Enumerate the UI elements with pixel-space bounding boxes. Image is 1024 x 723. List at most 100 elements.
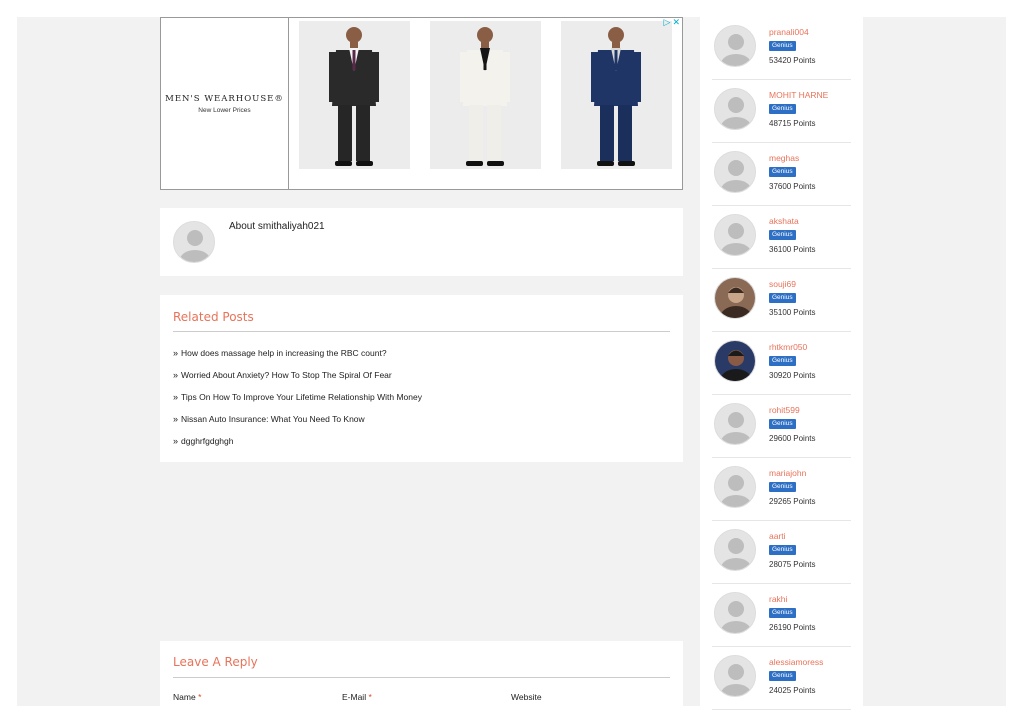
list-item: » How does massage help in increasing the… [173,348,422,370]
leaderboard-item[interactable]: rhtkmr050 Genius 30920 Points [712,332,851,395]
points-suffix: Points [793,371,816,380]
email-field-label: E-Mail * [342,692,372,702]
list-item: » Tips On How To Improve Your Lifetime Re… [173,392,422,414]
website-field-label: Website [511,692,542,702]
leaderboard-sidebar: pranali004 Genius 53420 Points MOHIT HARNE Ge… [700,17,863,710]
ad-brand-tagline: New Lower Prices [198,106,251,114]
rank-badge: Genius [769,356,796,366]
points-label: 26190 Points [769,623,815,632]
points-label: 28075 Points [769,560,815,569]
ad-choices-icon[interactable]: ▷ [664,18,671,28]
points-value: 29600 [769,434,792,443]
points-label: 29265 Points [769,497,815,506]
ad-suit-photo-3[interactable] [561,21,672,169]
points-value: 53420 [769,56,792,65]
leaderboard-username[interactable]: souji69 [769,279,796,289]
ad-brand-panel[interactable]: MEN'S WEARHOUSE® New Lower Prices [161,18,289,189]
name-label-text: Name [173,692,196,702]
points-value: 29265 [769,497,792,506]
leaderboard-item[interactable]: meghas Genius 37600 Points [712,143,851,206]
avatar[interactable] [714,655,756,697]
points-label: 29600 Points [769,434,815,443]
leaderboard-item[interactable]: rakhi Genius 26190 Points [712,584,851,647]
avatar[interactable] [714,25,756,67]
leaderboard-username[interactable]: meghas [769,153,799,163]
points-suffix: Points [793,497,816,506]
rank-badge: Genius [769,419,796,429]
rank-badge: Genius [769,41,796,51]
points-label: 24025 Points [769,686,815,695]
author-avatar [173,221,215,263]
double-chevron-right-icon: » [173,348,179,358]
email-label-text: E-Mail [342,692,367,702]
avatar[interactable] [714,403,756,445]
leaderboard-username[interactable]: pranali004 [769,27,809,37]
ad-brand-name: MEN'S WEARHOUSE® [165,93,284,104]
rank-badge: Genius [769,167,796,177]
points-label: 37600 Points [769,182,815,191]
rank-badge: Genius [769,608,796,618]
leaderboard-item[interactable]: mariajohn Genius 29265 Points [712,458,851,521]
leaderboard-username[interactable]: rakhi [769,594,787,604]
avatar[interactable] [714,592,756,634]
leaderboard-item[interactable]: aarti Genius 28075 Points [712,521,851,584]
leaderboard-item[interactable]: souji69 Genius 35100 Points [712,269,851,332]
points-value: 48715 [769,119,792,128]
points-suffix: Points [793,686,816,695]
ad-suit-photo-2[interactable] [430,21,541,169]
double-chevron-right-icon: » [173,414,179,424]
double-chevron-right-icon: » [173,436,179,446]
points-suffix: Points [793,182,816,191]
website-label-text: Website [511,692,542,702]
points-value: 24025 [769,686,792,695]
avatar[interactable] [714,529,756,571]
points-suffix: Points [793,560,816,569]
leaderboard-username[interactable]: rhtkmr050 [769,342,807,352]
name-field-label: Name * [173,692,201,702]
leave-reply-title: Leave A Reply [173,655,258,669]
required-marker: * [368,692,372,702]
divider [173,677,670,678]
leaderboard-username[interactable]: MOHIT HARNE [769,90,828,100]
points-value: 37600 [769,182,792,191]
list-item: » Nissan Auto Insurance: What You Need To… [173,414,422,436]
avatar[interactable] [714,214,756,256]
leaderboard-item[interactable]: akshata Genius 36100 Points [712,206,851,269]
points-label: 30920 Points [769,371,815,380]
avatar[interactable] [714,466,756,508]
leaderboard-item[interactable]: MOHIT HARNE Genius 48715 Points [712,80,851,143]
rank-badge: Genius [769,482,796,492]
ad-suit-photo-1[interactable] [299,21,410,169]
rank-badge: Genius [769,104,796,114]
close-icon[interactable]: ✕ [672,18,680,28]
avatar[interactable] [714,277,756,319]
leaderboard-username[interactable]: akshata [769,216,799,226]
avatar[interactable] [714,151,756,193]
leaderboard-username[interactable]: rohit599 [769,405,800,415]
points-value: 30920 [769,371,792,380]
leaderboard-username[interactable]: aarti [769,531,786,541]
advertisement-banner[interactable]: MEN'S WEARHOUSE® New Lower Prices ▷ ✕ [160,17,683,190]
points-label: 36100 Points [769,245,815,254]
points-suffix: Points [793,56,816,65]
avatar[interactable] [714,88,756,130]
related-post-link[interactable]: How does massage help in increasing the … [181,348,387,358]
list-item: » Worried About Anxiety? How To Stop The … [173,370,422,392]
points-suffix: Points [793,308,816,317]
points-value: 35100 [769,308,792,317]
rank-badge: Genius [769,545,796,555]
related-post-link[interactable]: Worried About Anxiety? How To Stop The S… [181,370,392,380]
leaderboard-item[interactable]: alessiamoress Genius 24025 Points [712,647,851,710]
avatar[interactable] [714,340,756,382]
leaderboard-item[interactable]: pranali004 Genius 53420 Points [712,17,851,80]
related-post-link[interactable]: Tips On How To Improve Your Lifetime Rel… [181,392,422,402]
related-post-link[interactable]: dgghrfgdghgh [181,436,233,446]
related-post-link[interactable]: Nissan Auto Insurance: What You Need To … [181,414,365,424]
double-chevron-right-icon: » [173,370,179,380]
leaderboard-username[interactable]: mariajohn [769,468,806,478]
leaderboard-item[interactable]: rohit599 Genius 29600 Points [712,395,851,458]
rank-badge: Genius [769,230,796,240]
double-chevron-right-icon: » [173,392,179,402]
rank-badge: Genius [769,671,796,681]
leaderboard-username[interactable]: alessiamoress [769,657,823,667]
